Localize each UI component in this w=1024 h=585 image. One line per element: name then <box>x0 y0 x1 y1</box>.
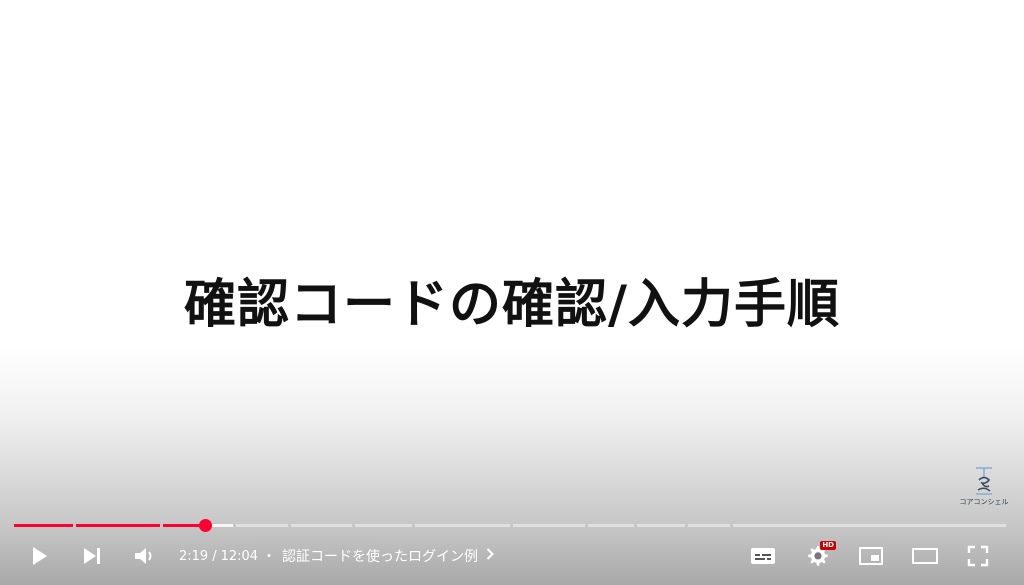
chapter-segment[interactable] <box>587 524 635 527</box>
chevron-right-icon <box>486 548 494 564</box>
current-time: 2:19 <box>179 548 209 564</box>
play-icon <box>33 547 47 565</box>
video-player[interactable]: 確認コードの確認/入力手順 コアコンシェル 2:19 / 12:04 ・ 認証コ… <box>0 0 1024 585</box>
chapter-button[interactable]: ・ 認証コードを使ったログイン例 <box>262 545 494 567</box>
channel-watermark[interactable]: コアコンシェル <box>955 466 1013 518</box>
progress-scrubber[interactable] <box>199 519 213 532</box>
chapter-segment[interactable] <box>732 524 1006 527</box>
fullscreen-button[interactable] <box>958 536 998 576</box>
theater-mode-button[interactable] <box>905 536 945 576</box>
played-fill <box>76 524 161 527</box>
skip-next-icon <box>84 548 100 564</box>
chapter-segment[interactable] <box>688 524 730 527</box>
hd-badge: HD <box>820 541 836 550</box>
time-separator: / <box>212 548 217 564</box>
duration: 12:04 <box>220 548 259 564</box>
subtitles-icon <box>751 548 775 564</box>
chapter-segment[interactable] <box>291 524 352 527</box>
progress-bar[interactable] <box>14 519 1006 533</box>
volume-icon <box>135 548 152 564</box>
chapter-segment[interactable] <box>415 524 511 527</box>
progress-track[interactable] <box>14 524 1006 527</box>
subtitles-button[interactable] <box>743 536 783 576</box>
chapter-dot: ・ <box>262 549 276 565</box>
theater-mode-icon <box>912 548 938 564</box>
chapter-segment[interactable] <box>513 524 585 527</box>
mute-button[interactable] <box>125 536 165 576</box>
chapter-segment[interactable] <box>76 524 161 527</box>
miniplayer-icon <box>859 547 883 565</box>
miniplayer-button[interactable] <box>851 536 891 576</box>
watermark-text: コアコンシェル <box>959 498 1009 506</box>
control-bar: 2:19 / 12:04 ・ 認証コードを使ったログイン例 HD <box>0 536 1024 576</box>
play-button[interactable] <box>19 536 59 576</box>
fullscreen-icon <box>967 545 989 567</box>
played-fill <box>14 524 73 527</box>
chapter-segment[interactable] <box>163 524 233 527</box>
chapter-segment[interactable] <box>637 524 686 527</box>
chapter-title: 認証コードを使ったログイン例 <box>282 549 478 565</box>
slide-title: 確認コードの確認/入力手順 <box>184 275 840 335</box>
chapter-segment[interactable] <box>14 524 73 527</box>
time-display: 2:19 / 12:04 <box>179 547 258 565</box>
settings-button[interactable]: HD <box>797 536 837 576</box>
chapter-segment[interactable] <box>235 524 289 527</box>
chapter-segment[interactable] <box>354 524 413 527</box>
watermark-logo-icon <box>976 467 992 495</box>
next-button[interactable] <box>72 536 112 576</box>
